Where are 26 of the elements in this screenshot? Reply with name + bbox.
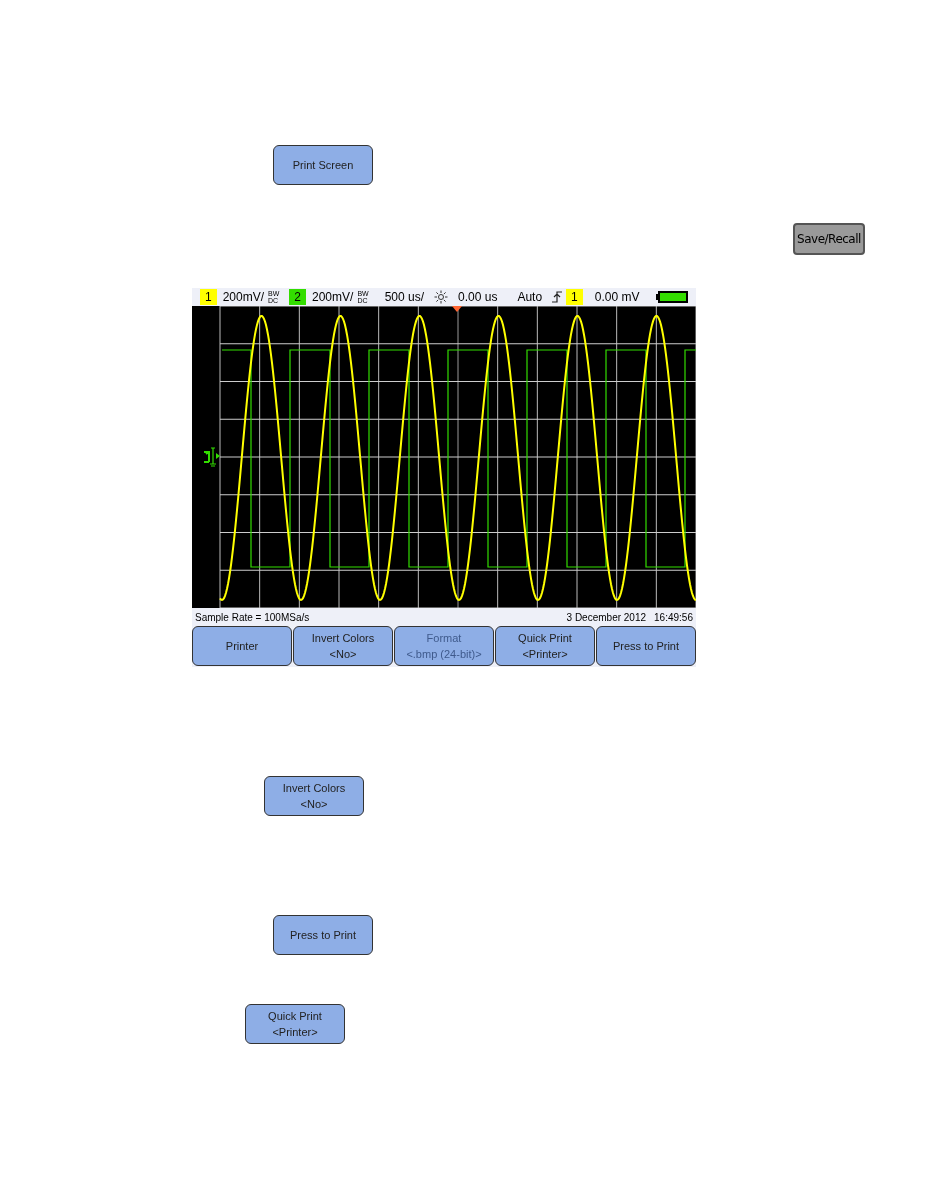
channel-badge: 1 [200,289,217,305]
softkey-button[interactable]: Printer [192,626,292,666]
save-recall-key[interactable]: Save/Recall [793,223,865,255]
brightness-icon [434,290,449,304]
timebase-label: 500 us/ [384,289,425,306]
rising-edge-icon [552,291,563,303]
date-label: 3 December 2012 [566,610,647,625]
battery-icon [656,291,688,303]
softkey-button[interactable]: Invert Colors <No> [264,776,364,816]
trigger-mode-label: Auto [517,289,543,306]
trigger-position-marker [452,306,462,312]
softkey-button[interactable]: Press to Print [596,626,696,666]
channel-scale: 200mV/ [312,289,354,306]
time-label: 16:49:56 [654,610,693,625]
softkey-button[interactable]: Quick Print <Printer> [245,1004,345,1044]
sample-rate-label: Sample Rate = 100MSa/s [195,610,310,625]
softkey-button[interactable]: Invert Colors <No> [293,626,393,666]
ground-marker-icon [202,446,220,468]
print-screen-button[interactable]: Print Screen [273,145,373,185]
delay-label: 0.00 us [458,289,498,306]
softkey-button[interactable]: Quick Print <Printer> [495,626,595,666]
channel-scale: 200mV/ [222,289,265,306]
trigger-level-label: 0.00 mV [594,289,640,306]
channel-badge: 2 [289,289,306,305]
trigger-source-badge: 1 [566,289,583,305]
softkey-button[interactable]: Press to Print [273,915,373,955]
